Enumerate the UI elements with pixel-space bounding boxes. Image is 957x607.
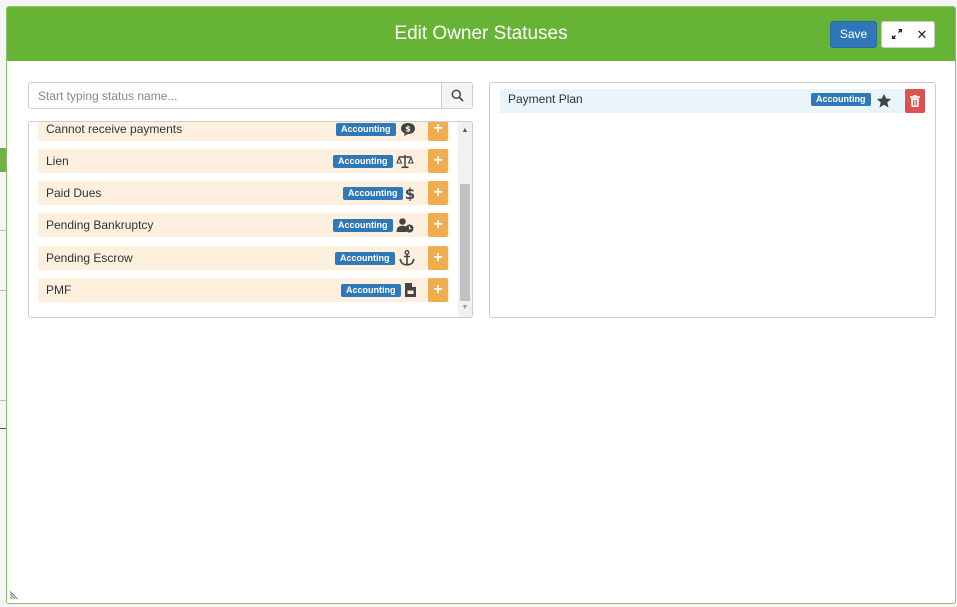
modal-title: Edit Owner Statuses bbox=[394, 23, 568, 44]
category-badge: Accounting bbox=[333, 155, 393, 168]
add-status-button[interactable]: + bbox=[428, 149, 448, 173]
window-controls: ✕ bbox=[881, 21, 935, 48]
status-row-cannot-receive-payments: Cannot receive payments Accounting $ + bbox=[38, 122, 450, 141]
category-badge: Accounting bbox=[341, 284, 401, 297]
selected-statuses-panel: Payment Plan Accounting bbox=[489, 82, 936, 318]
remove-status-button[interactable] bbox=[905, 89, 925, 113]
status-name: Lien bbox=[46, 154, 69, 168]
file-invoice-icon bbox=[405, 283, 416, 297]
available-statuses-panel: Cannot receive payments Accounting $ + L… bbox=[28, 121, 473, 318]
status-name: Pending Bankruptcy bbox=[46, 218, 154, 232]
svg-text:$: $ bbox=[405, 185, 415, 201]
category-badge: Accounting bbox=[336, 123, 396, 136]
scroll-down-arrow[interactable]: ▼ bbox=[458, 301, 472, 315]
status-name: Paid Dues bbox=[46, 186, 102, 200]
category-badge: Accounting bbox=[333, 219, 393, 232]
status-search-input[interactable] bbox=[29, 83, 441, 108]
trash-icon bbox=[910, 95, 920, 107]
expand-icon bbox=[892, 29, 902, 39]
resize-handle-icon[interactable] bbox=[9, 591, 19, 601]
category-badge: Accounting bbox=[343, 187, 403, 200]
user-clock-icon bbox=[396, 218, 414, 233]
save-button[interactable]: Save bbox=[830, 21, 877, 48]
edit-owner-statuses-modal: Edit Owner Statuses Save ✕ Cannot receiv… bbox=[6, 6, 956, 604]
status-name: PMF bbox=[46, 283, 72, 297]
status-name: Pending Escrow bbox=[46, 251, 133, 265]
dollar-icon: $ bbox=[405, 185, 415, 201]
add-status-button[interactable]: + bbox=[428, 278, 448, 302]
status-row-pending-escrow: Pending Escrow Accounting + bbox=[38, 246, 450, 270]
category-badge: Accounting bbox=[335, 252, 395, 265]
list-scrollbar[interactable]: ▲ ▼ bbox=[458, 122, 472, 317]
scroll-thumb[interactable] bbox=[460, 184, 470, 301]
status-row-pmf: PMF Accounting + bbox=[38, 278, 450, 302]
star-icon[interactable] bbox=[876, 93, 892, 109]
balance-scale-icon bbox=[396, 155, 414, 169]
status-row-lien: Lien Accounting + bbox=[38, 149, 450, 173]
scroll-up-arrow[interactable]: ▲ bbox=[458, 124, 472, 138]
modal-header: Edit Owner Statuses Save ✕ bbox=[7, 7, 955, 61]
status-row-paid-dues: Paid Dues Accounting $ + bbox=[38, 181, 450, 205]
status-name: Cannot receive payments bbox=[46, 122, 183, 136]
add-status-button[interactable]: + bbox=[428, 213, 448, 237]
add-status-button[interactable]: + bbox=[428, 122, 448, 141]
add-status-button[interactable]: + bbox=[428, 181, 448, 205]
anchor-icon bbox=[399, 250, 415, 266]
money-bubble-icon: $ bbox=[401, 123, 415, 136]
selected-status-row-payment-plan: Payment Plan Accounting bbox=[500, 89, 925, 113]
category-badge: Accounting bbox=[811, 93, 871, 106]
search-icon bbox=[451, 89, 464, 102]
add-status-button[interactable]: + bbox=[428, 246, 448, 270]
svg-text:$: $ bbox=[405, 125, 411, 134]
status-name: Payment Plan bbox=[508, 92, 583, 106]
expand-button[interactable] bbox=[884, 22, 910, 47]
status-search-box bbox=[28, 82, 473, 109]
search-button[interactable] bbox=[441, 83, 472, 108]
status-row-pending-bankruptcy: Pending Bankruptcy Accounting + bbox=[38, 213, 450, 237]
available-statuses-list[interactable]: Cannot receive payments Accounting $ + L… bbox=[38, 122, 458, 317]
close-button[interactable]: ✕ bbox=[909, 22, 935, 47]
